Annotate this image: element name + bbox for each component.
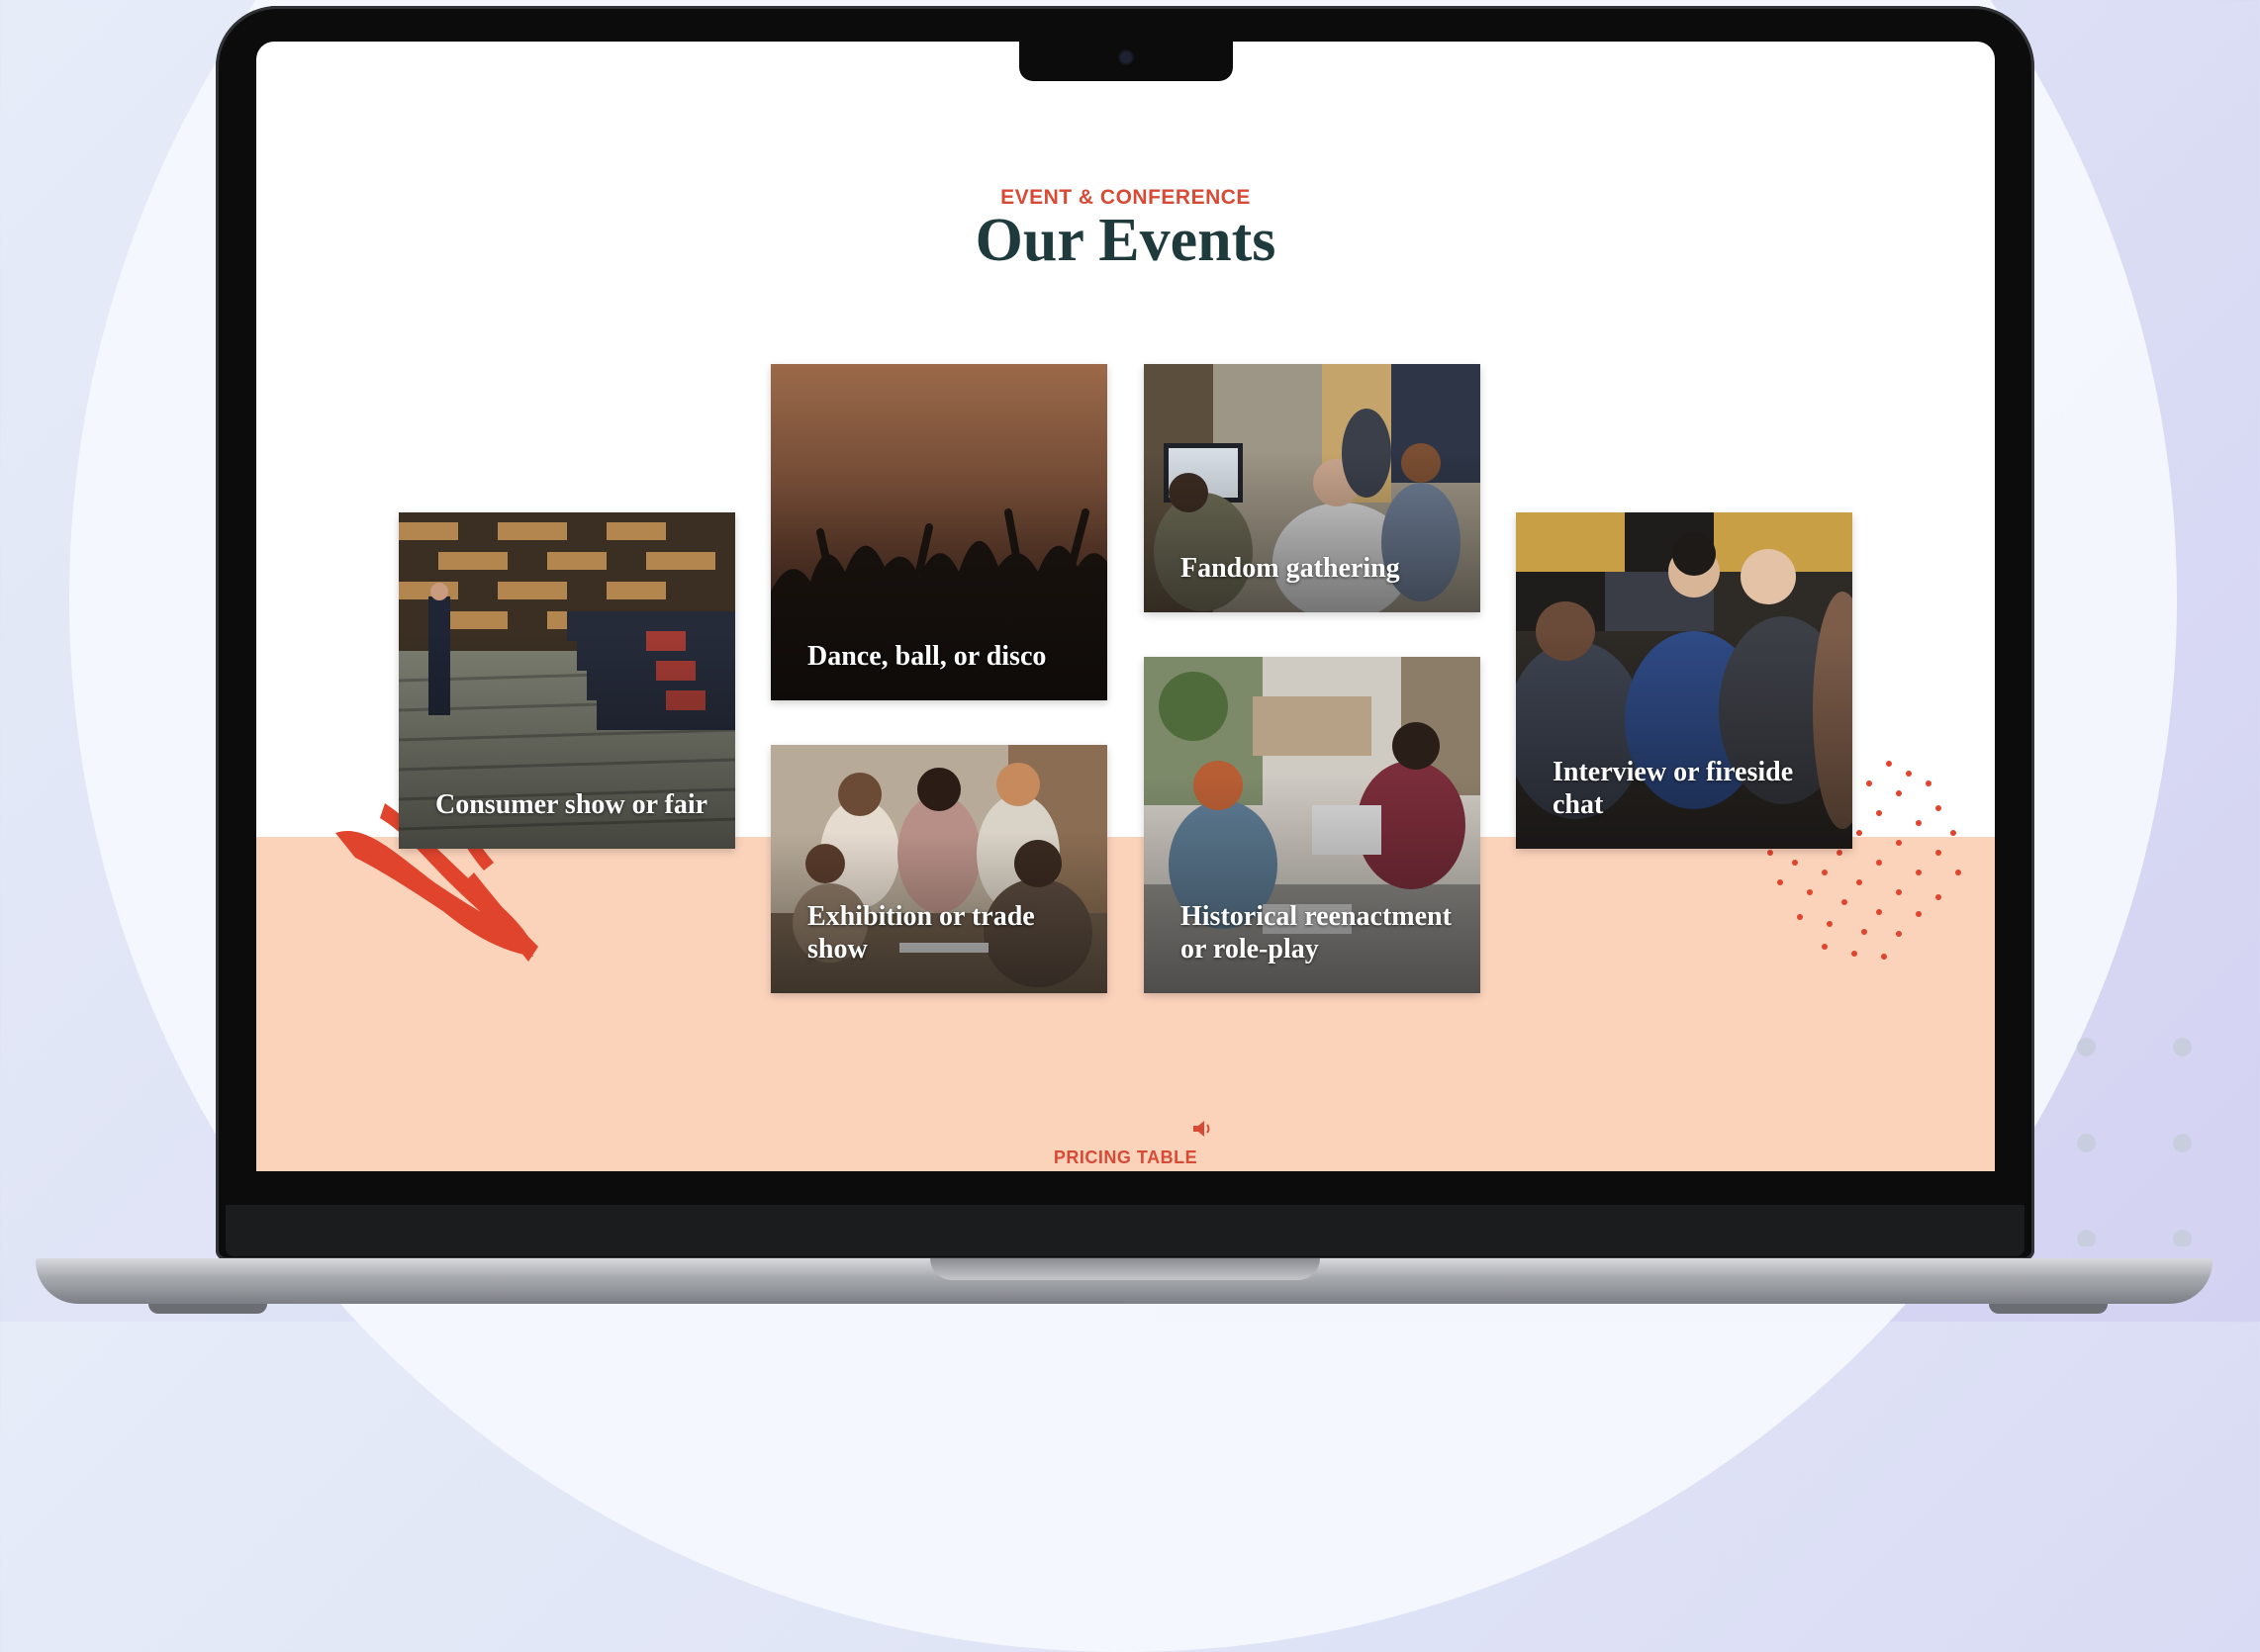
laptop-foot-left	[148, 1304, 267, 1314]
event-card-label: Dance, ball, or disco	[807, 641, 1047, 672]
event-card-dance[interactable]: Dance, ball, or disco	[771, 364, 1107, 700]
event-card-label: Consumer show or fair	[435, 789, 708, 820]
laptop-screen: EVENT & CONFERENCE Our Events Consumer s…	[256, 42, 1995, 1171]
camera-icon	[1120, 51, 1132, 63]
event-card-consumer-show[interactable]: Consumer show or fair	[399, 512, 735, 849]
screen-notch	[1019, 40, 1233, 81]
laptop-opening-notch	[930, 1258, 1320, 1280]
event-card-fandom[interactable]: Fandom gathering	[1144, 364, 1480, 612]
event-card-label: Exhibition or trade show	[807, 901, 1035, 964]
event-card-label: Interview or fireside chat	[1553, 757, 1794, 820]
laptop-foot-right	[1989, 1304, 2108, 1314]
speaker-icon[interactable]	[1192, 1120, 1214, 1138]
background-dots	[2038, 999, 2260, 1246]
event-card-historical[interactable]: Historical reenactment or role-play	[1144, 657, 1480, 993]
event-card-label: Fandom gathering	[1180, 553, 1400, 584]
pricing-table-link[interactable]: PRICING TABLE	[256, 1147, 1995, 1168]
event-card-interview[interactable]: Interview or fireside chat	[1516, 512, 1852, 849]
section-title: Our Events	[975, 207, 1276, 274]
laptop-bottom-bezel	[226, 1205, 2025, 1256]
event-card-exhibition[interactable]: Exhibition or trade show	[771, 745, 1107, 993]
event-card-label: Historical reenactment or role-play	[1180, 901, 1452, 964]
